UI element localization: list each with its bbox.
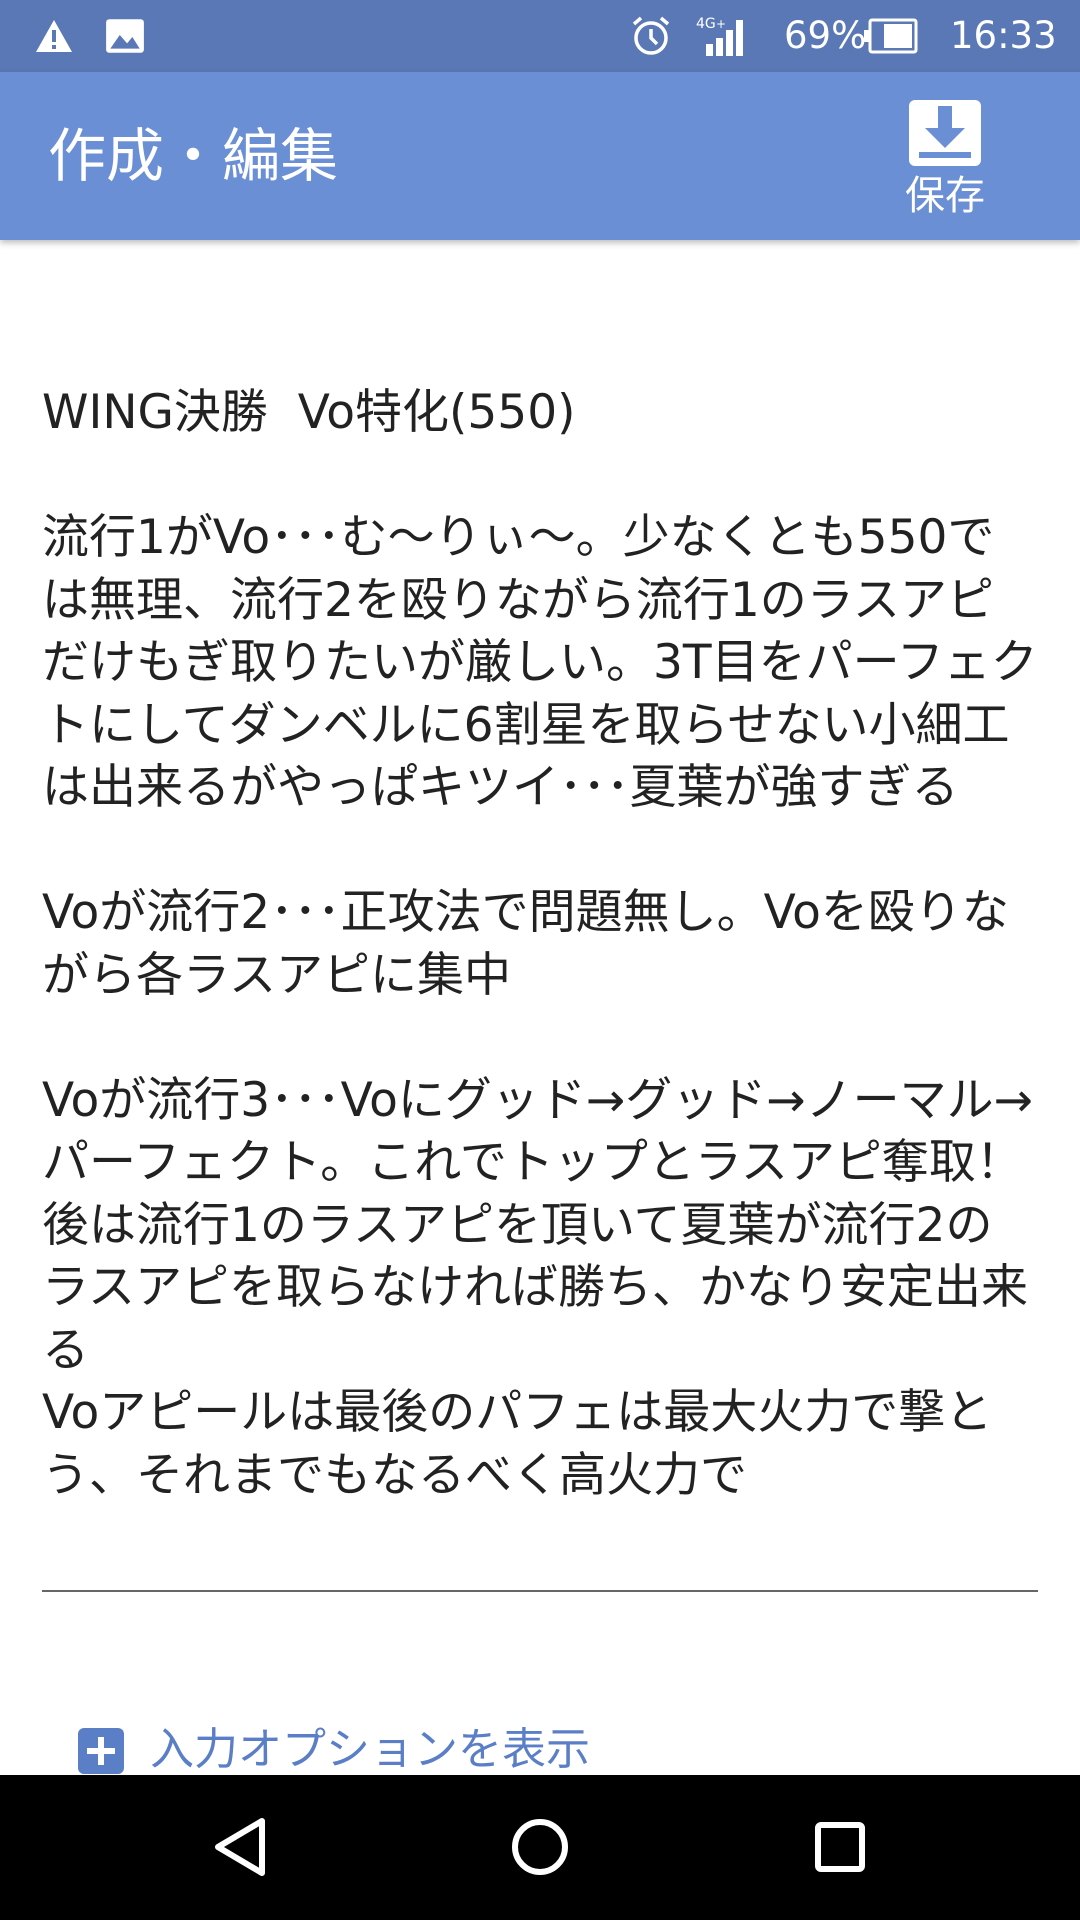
download-icon (909, 100, 981, 166)
status-bar: 4G + 69% 16:33 (0, 0, 1080, 72)
recents-icon[interactable] (790, 1797, 890, 1897)
svg-text:4G: 4G (696, 16, 716, 32)
app-bar: 作成・編集 保存 (0, 72, 1080, 240)
save-button[interactable]: 保存 (880, 92, 1010, 224)
memo-text-field[interactable]: WING決勝 Vo特化(550) 流行1がVo･･･む〜りぃ〜。少なくとも550… (42, 382, 1038, 1592)
clock: 16:33 (950, 14, 1057, 57)
svg-text:+: + (716, 17, 726, 31)
plus-icon (78, 1728, 124, 1774)
screen: 4G + 69% 16:33 作成・編集 保存 WING決勝 Vo特化(550)… (0, 0, 1080, 1920)
alarm-icon (632, 16, 670, 55)
navigation-bar (0, 1775, 1080, 1920)
back-icon[interactable] (190, 1797, 290, 1897)
battery-percent: 69% (784, 14, 867, 57)
battery-icon (864, 18, 918, 54)
home-icon[interactable] (490, 1797, 590, 1897)
warning-icon (36, 20, 72, 52)
save-label: 保存 (905, 173, 985, 219)
editor-area: WING決勝 Vo特化(550) 流行1がVo･･･む〜りぃ〜。少なくとも550… (0, 240, 1080, 1775)
signal-4g-icon: 4G + (696, 16, 743, 56)
image-icon (106, 19, 144, 53)
page-title: 作成・編集 (48, 122, 339, 190)
show-input-options-label: 入力オプションを表示 (150, 1724, 590, 1775)
